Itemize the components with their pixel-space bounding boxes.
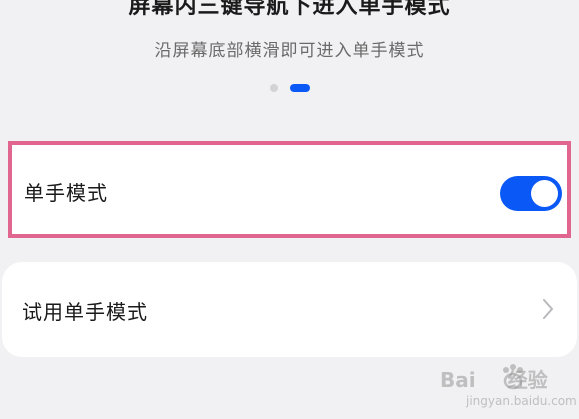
page-title: 屏幕内三键导航下进入单手模式	[128, 0, 451, 19]
paw-icon	[503, 364, 523, 390]
toggle-knob	[531, 180, 558, 207]
page-dot-1	[269, 84, 278, 92]
try-one-hand-mode-label: 试用单手模式	[22, 300, 148, 324]
watermark-brand-left: Bai	[440, 368, 476, 392]
page-subtitle: 沿屏幕底部横滑即可进入单手模式	[154, 41, 425, 61]
one-hand-mode-label: 单手模式	[24, 181, 108, 205]
watermark-url: jingyan.baidu.com	[466, 394, 577, 408]
page-indicator	[0, 84, 579, 92]
page-dot-2-active	[289, 84, 310, 92]
one-hand-mode-toggle[interactable]	[500, 176, 562, 211]
baidu-jingyan-watermark: Bai 经验 jingyan.baidu.com	[440, 364, 577, 416]
chevron-right-icon	[543, 299, 553, 319]
one-hand-mode-row: 单手模式	[8, 141, 571, 238]
try-one-hand-mode-row[interactable]: 试用单手模式	[2, 262, 577, 357]
watermark-brand: Bai 经验	[440, 364, 548, 393]
